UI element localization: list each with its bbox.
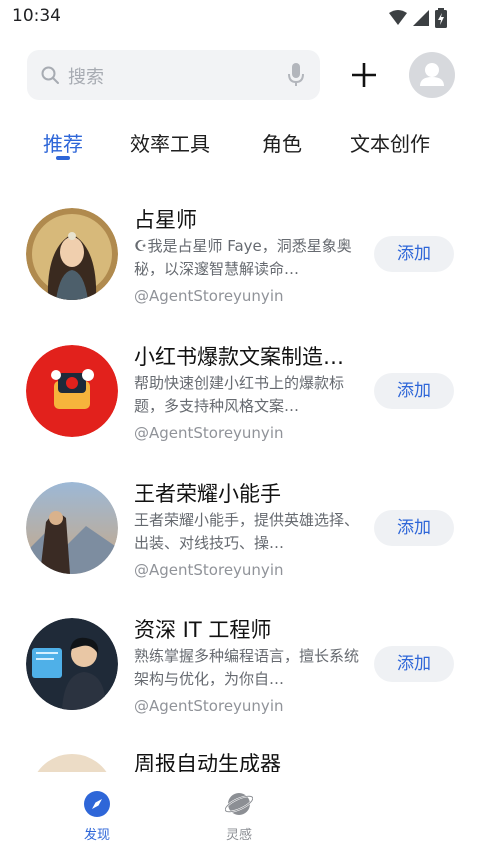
list-item[interactable]: 占星师 ☪我是占星师 Faye，洞悉星象奥秘，以深邃智慧解读命… @AgentS… bbox=[0, 200, 481, 318]
agent-avatar-xiaohongshu bbox=[26, 345, 118, 437]
agent-description: ☪我是占星师 Faye，洞悉星象奥秘，以深邃智慧解读命… bbox=[134, 237, 352, 278]
list-item[interactable]: 资深 IT 工程师 熟练掌握多种编程语言，擅长系统架构与优化，为你自… @Age… bbox=[0, 610, 481, 728]
nav-label: 灵感 bbox=[225, 828, 252, 843]
search-input[interactable]: 搜索 bbox=[27, 50, 320, 100]
agent-description: 王者荣耀小能手，提供英雄选择、出装、对线技巧、操… bbox=[134, 511, 359, 552]
agent-avatar-it-engineer bbox=[26, 618, 118, 710]
add-icon[interactable] bbox=[348, 59, 380, 91]
agent-title: 占星师 bbox=[134, 208, 197, 232]
tab-text-creation[interactable]: 文本创作 bbox=[350, 128, 430, 157]
battery-icon bbox=[435, 8, 447, 28]
tab-recommend[interactable]: 推荐 bbox=[43, 128, 83, 157]
tab-roles[interactable]: 角色 bbox=[262, 128, 302, 157]
user-icon bbox=[420, 63, 444, 86]
agent-description: 帮助快速创建小红书上的爆款标题，多支持种风格文案… bbox=[134, 374, 345, 415]
list-item[interactable]: 王者荣耀小能手 王者荣耀小能手，提供英雄选择、出装、对线技巧、操… @Agent… bbox=[0, 474, 481, 592]
nav-discover[interactable]: 发现 bbox=[67, 790, 127, 843]
agent-title: 小红书爆款文案制造… bbox=[134, 345, 344, 369]
compass-icon bbox=[84, 791, 110, 817]
agent-avatar-honor-of-kings bbox=[26, 482, 118, 574]
status-bar: 10:34 bbox=[0, 0, 481, 34]
microphone-icon[interactable] bbox=[288, 63, 304, 87]
agent-author: @AgentStoreyunyin bbox=[134, 561, 284, 579]
agent-author: @AgentStoreyunyin bbox=[134, 697, 284, 715]
agent-title: 王者荣耀小能手 bbox=[134, 482, 281, 506]
planet-icon bbox=[225, 793, 253, 815]
list-item-partial[interactable]: 周报自动生成器 bbox=[0, 746, 481, 772]
search-placeholder: 搜索 bbox=[68, 67, 104, 88]
agent-author: @AgentStoreyunyin bbox=[134, 424, 284, 442]
agent-avatar-weekly-report bbox=[30, 754, 114, 772]
agent-description: 熟练掌握多种编程语言，擅长系统架构与优化，为你自… bbox=[134, 647, 359, 688]
search-icon bbox=[41, 66, 59, 84]
agent-title: 周报自动生成器 bbox=[134, 752, 281, 772]
nav-label: 发现 bbox=[83, 828, 110, 843]
user-avatar[interactable] bbox=[409, 52, 455, 98]
signal-icon bbox=[413, 10, 429, 26]
status-time: 10:34 bbox=[12, 6, 61, 26]
tab-productivity-tools[interactable]: 效率工具 bbox=[130, 128, 210, 157]
category-tabs: 推荐 效率工具 角色 文本创作 bbox=[0, 128, 481, 168]
agent-author: @AgentStoreyunyin bbox=[134, 287, 284, 305]
nav-inspiration[interactable]: 灵感 bbox=[209, 790, 269, 843]
wifi-icon bbox=[389, 10, 407, 25]
bottom-nav: 发现 灵感 bbox=[0, 772, 481, 855]
add-button[interactable]: 添加 bbox=[374, 646, 454, 682]
status-icons bbox=[389, 8, 447, 28]
list-item[interactable]: 小红书爆款文案制造… 帮助快速创建小红书上的爆款标题，多支持种风格文案… @Ag… bbox=[0, 337, 481, 455]
agent-title: 资深 IT 工程师 bbox=[134, 618, 272, 642]
add-button[interactable]: 添加 bbox=[374, 373, 454, 409]
add-button[interactable]: 添加 bbox=[374, 236, 454, 272]
search-row: 搜索 bbox=[0, 50, 481, 100]
tab-indicator bbox=[56, 156, 70, 160]
agent-avatar-astrologer bbox=[26, 208, 118, 300]
add-button[interactable]: 添加 bbox=[374, 510, 454, 546]
